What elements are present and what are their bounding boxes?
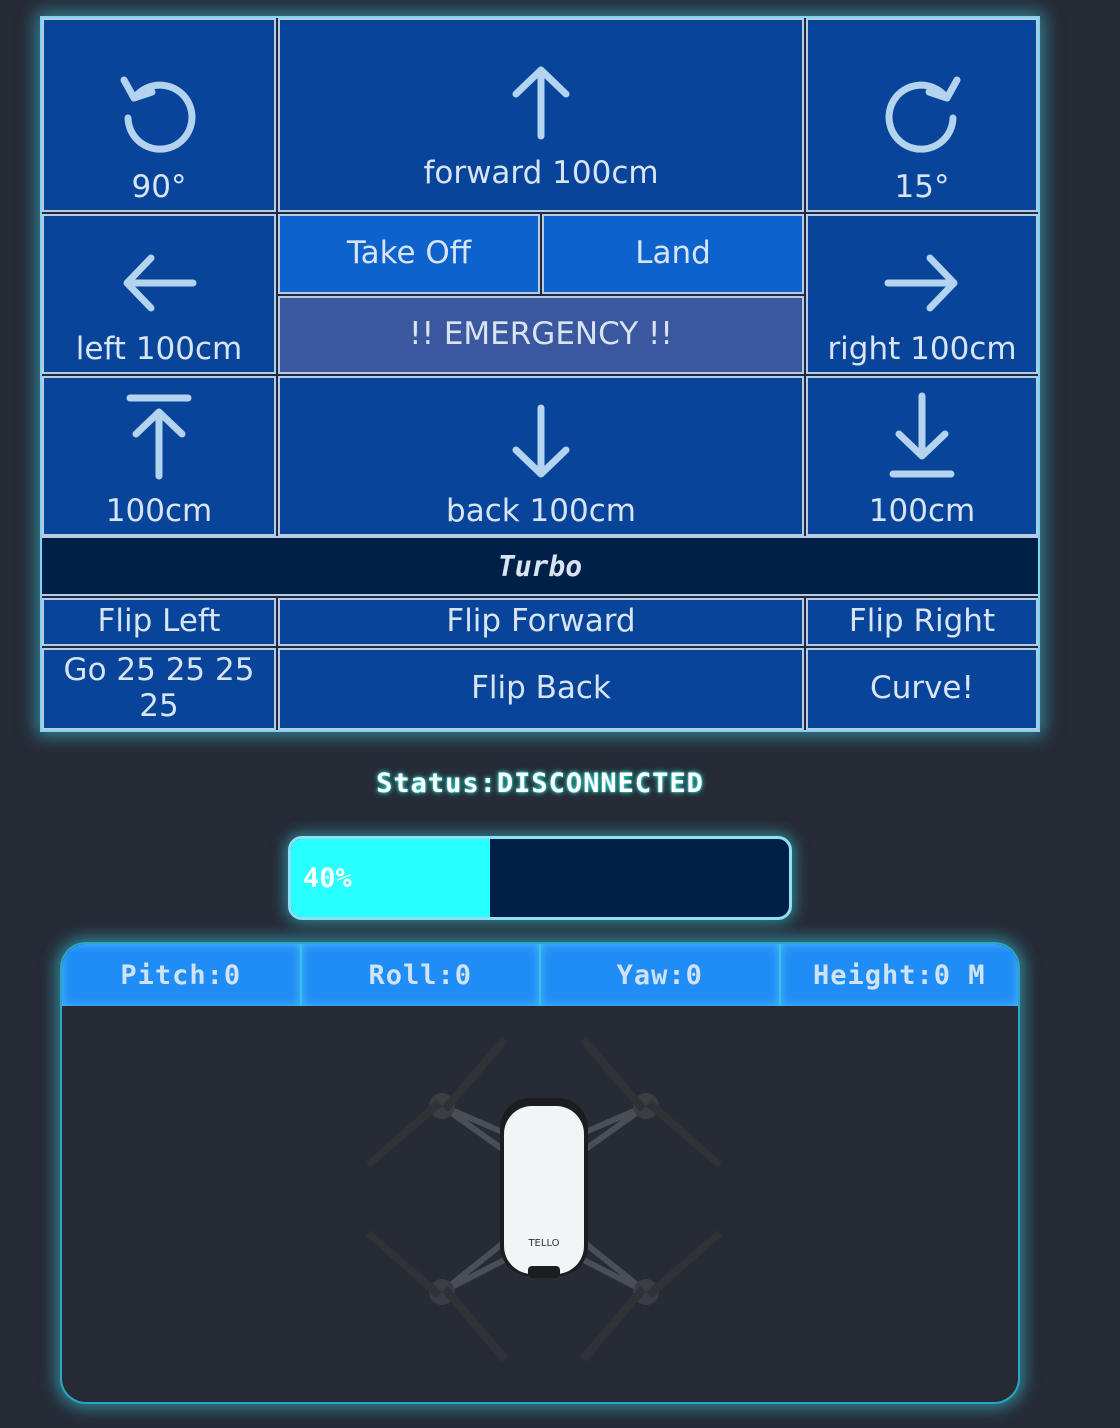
arrow-down-icon <box>512 404 570 478</box>
telemetry-header: Pitch:0 Roll:0 Yaw:0 Height:0 M <box>62 944 1018 1006</box>
flip-back-label: Flip Back <box>471 670 611 707</box>
telemetry-panel: Pitch:0 Roll:0 Yaw:0 Height:0 M TELLO <box>60 942 1020 1404</box>
up-label: 100cm <box>105 493 213 530</box>
height-readout: Height:0 M <box>780 944 1018 1006</box>
down-button[interactable]: 100cm <box>806 376 1038 536</box>
left-label: left 100cm <box>75 331 243 368</box>
flip-forward-button[interactable]: Flip Forward <box>278 598 804 646</box>
drone-brand: TELLO <box>527 1238 559 1249</box>
flip-left-button[interactable]: Flip Left <box>42 598 276 646</box>
arrow-right-icon <box>884 254 958 312</box>
left-button[interactable]: left 100cm <box>42 214 276 374</box>
rotate-ccw-button[interactable]: 90° <box>42 18 276 212</box>
right-label: right 100cm <box>827 331 1017 368</box>
takeoff-button[interactable]: Take Off <box>278 214 540 294</box>
yaw-readout: Yaw:0 <box>541 944 781 1006</box>
battery-bar: 40% <box>288 836 792 920</box>
land-button[interactable]: Land <box>542 214 804 294</box>
arrow-up-icon <box>512 66 570 140</box>
roll-readout: Roll:0 <box>301 944 541 1006</box>
flip-back-button[interactable]: Flip Back <box>278 648 804 730</box>
down-label: 100cm <box>868 493 976 530</box>
flip-right-button[interactable]: Flip Right <box>806 598 1038 646</box>
arrow-down-to-line-icon <box>889 392 955 478</box>
flip-right-label: Flip Right <box>848 603 996 640</box>
up-button[interactable]: 100cm <box>42 376 276 536</box>
arrow-up-to-line-icon <box>126 394 192 480</box>
flip-left-label: Flip Left <box>97 603 221 640</box>
curve-label: Curve! <box>870 670 974 707</box>
takeoff-label: Take Off <box>346 235 472 272</box>
drone-image: TELLO <box>366 1036 722 1362</box>
arrow-left-icon <box>123 254 197 312</box>
emergency-button[interactable]: !! EMERGENCY !! <box>278 296 804 374</box>
connection-status: Status:DISCONNECTED <box>376 768 704 799</box>
pitch-readout: Pitch:0 <box>62 944 302 1006</box>
right-button[interactable]: right 100cm <box>806 214 1038 374</box>
turbo-toggle[interactable]: Turbo <box>42 536 1038 596</box>
turbo-label: Turbo <box>497 549 583 583</box>
emergency-label: !! EMERGENCY !! <box>409 316 673 353</box>
curve-button[interactable]: Curve! <box>806 648 1038 730</box>
rotate-cw-button[interactable]: 15° <box>806 18 1038 212</box>
go-button[interactable]: Go 25 25 25 25 <box>42 648 276 730</box>
rotate-cw-label: 15° <box>894 169 950 206</box>
forward-label: forward 100cm <box>423 155 659 192</box>
control-panel: 90° forward 100cm 15° left 100cm Take Of… <box>40 16 1040 732</box>
back-label: back 100cm <box>446 493 636 530</box>
battery-label: 40% <box>303 862 352 894</box>
land-label: Land <box>635 235 711 272</box>
go-label: Go 25 25 25 25 <box>63 652 255 724</box>
rotate-ccw-icon <box>120 76 196 153</box>
flip-forward-label: Flip Forward <box>446 603 636 640</box>
back-button[interactable]: back 100cm <box>278 376 804 536</box>
forward-button[interactable]: forward 100cm <box>278 18 804 212</box>
rotate-cw-icon <box>885 76 961 153</box>
rotate-ccw-label: 90° <box>131 169 187 206</box>
